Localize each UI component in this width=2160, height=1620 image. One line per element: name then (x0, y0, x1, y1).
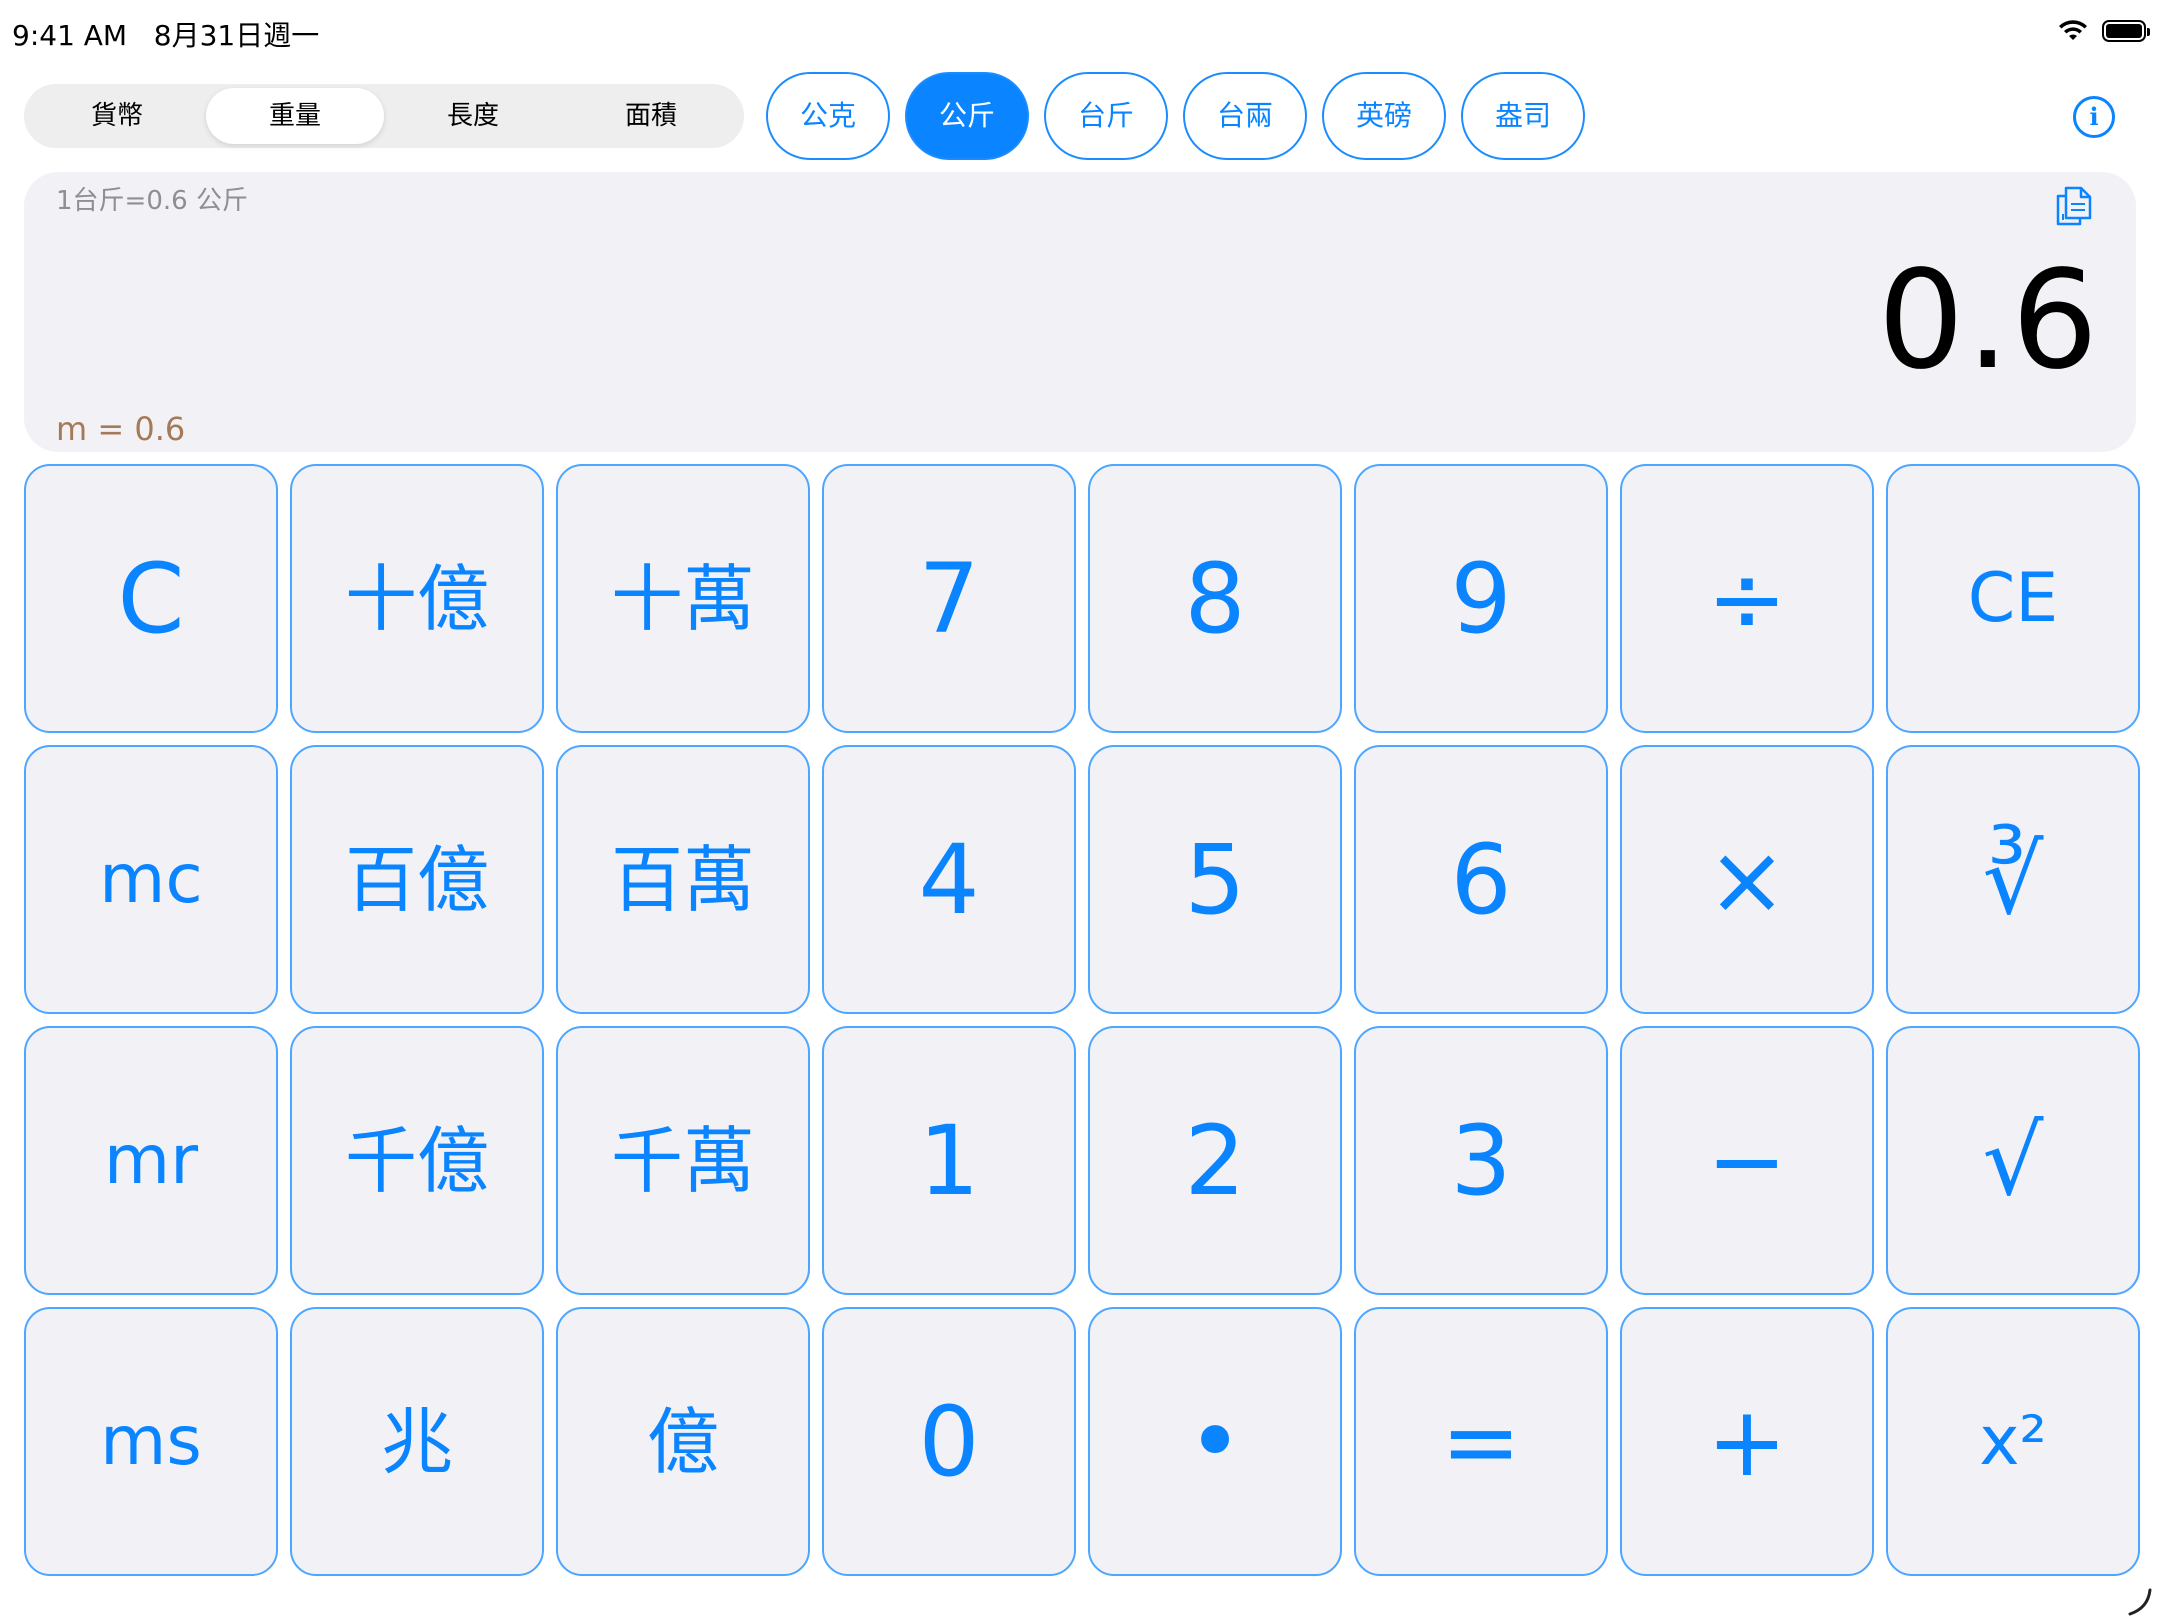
status-time: 9:41 AM 8月31日週一 (12, 14, 319, 54)
hundred-thousand-button[interactable]: 十萬 (556, 464, 810, 733)
battery-icon (2102, 20, 2150, 42)
square-button[interactable]: x² (1886, 1307, 2140, 1576)
digit-9-button[interactable]: 9 (1354, 464, 1608, 733)
multiply-button[interactable]: × (1620, 745, 1874, 1014)
unit-taiwan-catty-button[interactable]: 台斤 (1044, 72, 1168, 160)
digit-4-button[interactable]: 4 (822, 745, 1076, 1014)
resize-grip-icon[interactable] (2124, 1586, 2154, 1616)
tab-weight[interactable]: 重量 (206, 88, 384, 144)
cube-root-button[interactable]: ∛ (1886, 745, 2140, 1014)
unit-gram-button[interactable]: 公克 (766, 72, 890, 160)
memory-value: m = 0.6 (56, 410, 186, 448)
decimal-point-button[interactable]: • (1088, 1307, 1342, 1576)
display-value: 0.6 (1877, 242, 2100, 400)
hundred-billion-button[interactable]: 千億 (290, 1026, 544, 1295)
digit-0-button[interactable]: 0 (822, 1307, 1076, 1576)
ten-million-button[interactable]: 千萬 (556, 1026, 810, 1295)
memory-store-button[interactable]: ms (24, 1307, 278, 1576)
digit-8-button[interactable]: 8 (1088, 464, 1342, 733)
subtract-button[interactable]: − (1620, 1026, 1874, 1295)
equals-button[interactable]: = (1354, 1307, 1608, 1576)
divide-button[interactable]: ÷ (1620, 464, 1874, 733)
digit-2-button[interactable]: 2 (1088, 1026, 1342, 1295)
unit-selector: 公克 公斤 台斤 台兩 英磅 盎司 (766, 72, 1585, 160)
tab-currency[interactable]: 貨幣 (28, 88, 206, 144)
unit-taiwan-tael-button[interactable]: 台兩 (1183, 72, 1307, 160)
clear-button[interactable]: C (24, 464, 278, 733)
category-segmented-control: 貨幣 重量 長度 面積 (24, 84, 744, 148)
status-icons (2058, 14, 2150, 48)
add-button[interactable]: + (1620, 1307, 1874, 1576)
conversion-rate-label: 1台斤=0.6 公斤 (56, 186, 248, 216)
hundred-million-button[interactable]: 億 (556, 1307, 810, 1576)
digit-7-button[interactable]: 7 (822, 464, 1076, 733)
ten-billion-button[interactable]: 百億 (290, 745, 544, 1014)
unit-pound-button[interactable]: 英磅 (1322, 72, 1446, 160)
copy-icon[interactable] (2054, 180, 2094, 226)
unit-kilogram-button[interactable]: 公斤 (905, 72, 1029, 160)
digit-1-button[interactable]: 1 (822, 1026, 1076, 1295)
info-icon[interactable]: i (2073, 96, 2115, 138)
tab-length[interactable]: 長度 (384, 88, 562, 144)
digit-3-button[interactable]: 3 (1354, 1026, 1608, 1295)
trillion-button[interactable]: 兆 (290, 1307, 544, 1576)
billion-button[interactable]: 十億 (290, 464, 544, 733)
status-clock: 9:41 AM (12, 19, 128, 52)
status-bar: 9:41 AM 8月31日週一 (0, 0, 2160, 62)
memory-clear-button[interactable]: mc (24, 745, 278, 1014)
tab-area[interactable]: 面積 (562, 88, 740, 144)
battery-level (2106, 24, 2142, 38)
digit-5-button[interactable]: 5 (1088, 745, 1342, 1014)
million-button[interactable]: 百萬 (556, 745, 810, 1014)
calculator-display: 1台斤=0.6 公斤 0.6 m = 0.6 (24, 172, 2136, 452)
status-date: 8月31日週一 (153, 19, 320, 52)
square-root-button[interactable]: √ (1886, 1026, 2140, 1295)
digit-6-button[interactable]: 6 (1354, 745, 1608, 1014)
unit-ounce-button[interactable]: 盎司 (1461, 72, 1585, 160)
memory-recall-button[interactable]: mr (24, 1026, 278, 1295)
clear-entry-button[interactable]: CE (1886, 464, 2140, 733)
wifi-icon (2059, 20, 2087, 40)
keypad: C 十億 十萬 7 8 9 ÷ CE mc 百億 百萬 4 5 6 × ∛ mr… (24, 464, 2140, 1576)
